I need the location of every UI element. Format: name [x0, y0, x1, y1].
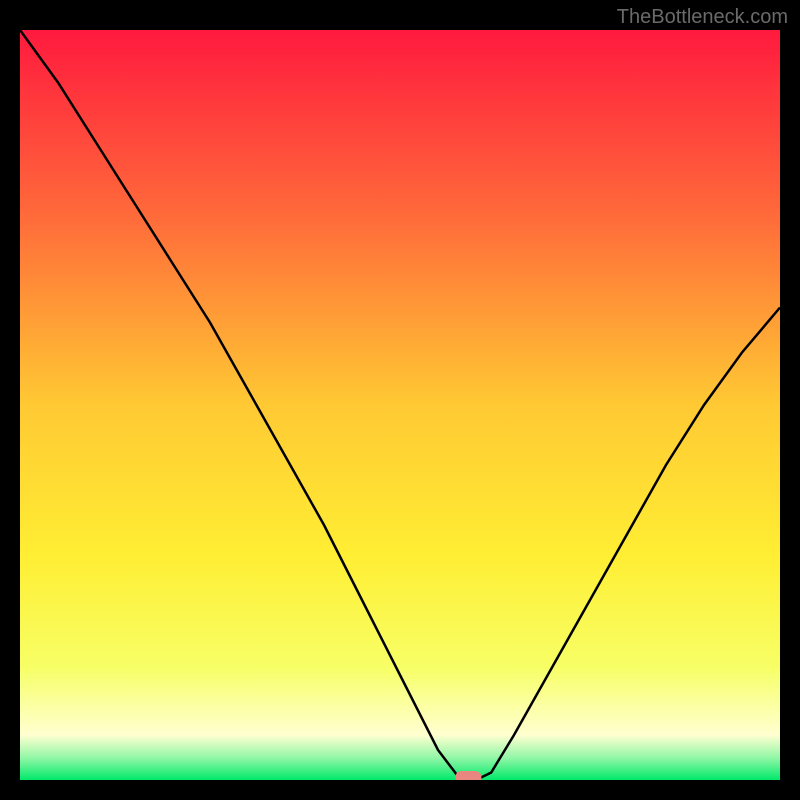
- bottleneck-chart: [20, 30, 780, 780]
- watermark-text: TheBottleneck.com: [617, 6, 788, 29]
- gradient-background: [20, 30, 780, 780]
- chart-plot-area: [20, 30, 780, 780]
- optimal-point-marker: [455, 771, 481, 780]
